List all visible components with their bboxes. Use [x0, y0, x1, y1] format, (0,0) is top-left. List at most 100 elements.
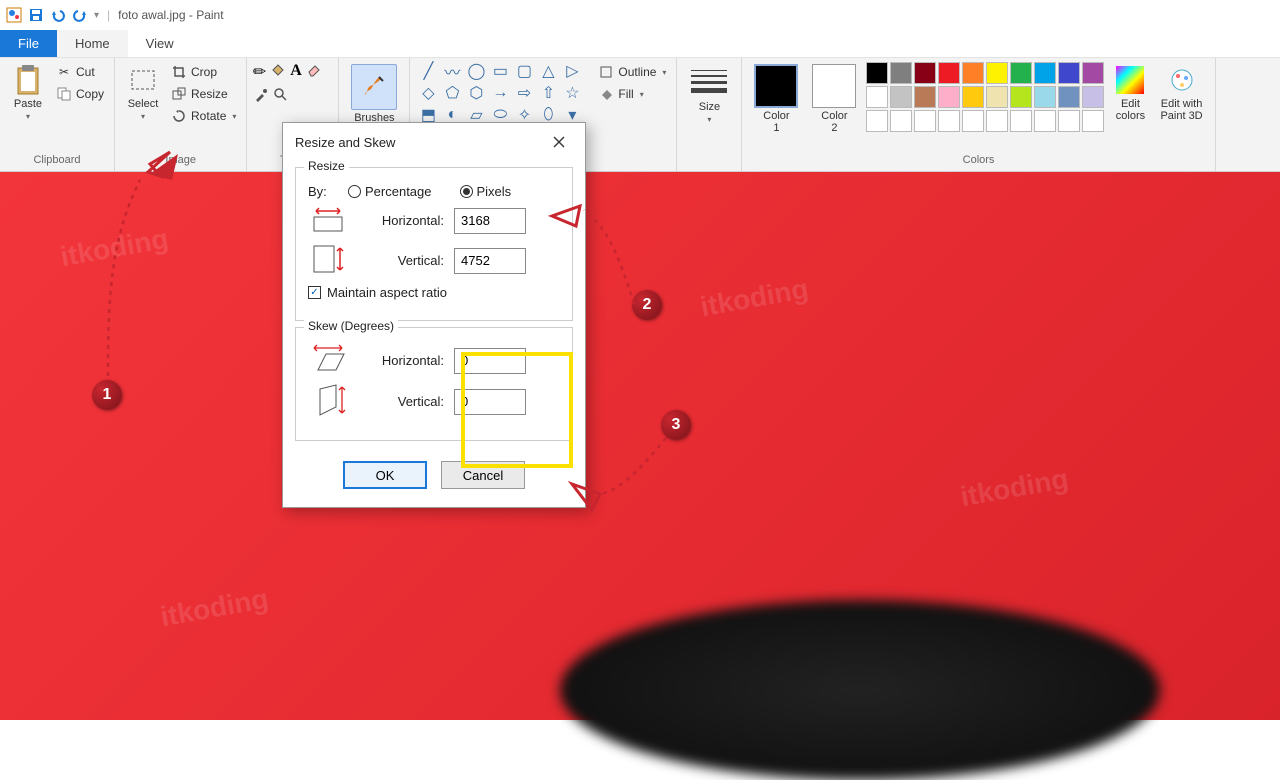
window-title: foto awal.jpg - Paint	[118, 8, 223, 22]
select-button[interactable]: Select ▾	[123, 62, 163, 123]
brushes-button[interactable]: Brushes	[347, 62, 401, 126]
palette-swatch[interactable]	[986, 86, 1008, 108]
resize-horizontal-input[interactable]	[454, 208, 526, 234]
palette-swatch[interactable]	[962, 62, 984, 84]
palette-swatch[interactable]	[890, 110, 912, 132]
palette-swatch[interactable]	[890, 62, 912, 84]
palette-swatch[interactable]	[1034, 110, 1056, 132]
fill-button[interactable]: Fill▾	[596, 84, 668, 104]
color2-button[interactable]: Color 2	[808, 62, 860, 136]
palette-swatch[interactable]	[962, 110, 984, 132]
palette-swatch[interactable]	[1058, 62, 1080, 84]
resize-fieldset: Resize By: Percentage Pixels Horizontal:…	[295, 167, 573, 321]
palette-swatch[interactable]	[866, 110, 888, 132]
eraser-icon[interactable]	[306, 62, 322, 83]
paint3d-button[interactable]: Edit with Paint 3D	[1156, 62, 1206, 124]
palette-swatch[interactable]	[986, 110, 1008, 132]
palette-swatch[interactable]	[1058, 110, 1080, 132]
zoom-icon[interactable]	[273, 87, 289, 108]
cut-button[interactable]: ✂Cut	[54, 62, 106, 82]
copy-icon	[56, 86, 72, 102]
radio-pixels[interactable]: Pixels	[460, 184, 512, 199]
ribbon-tabs: File Home View	[0, 30, 1280, 58]
shapes-gallery[interactable]: ╱〰◯▭▢△▷ ◇⬠⬡→⇨⇧☆ ⬒◐▱⬭✧⬯▾	[418, 62, 584, 126]
edit-colors-button[interactable]: Edit colors	[1110, 62, 1150, 124]
resize-skew-dialog: Resize and Skew Resize By: Percentage Pi…	[282, 122, 586, 508]
rotate-icon	[171, 108, 187, 124]
tab-file[interactable]: File	[0, 30, 57, 57]
palette-swatch[interactable]	[1010, 110, 1032, 132]
outline-icon	[598, 64, 614, 80]
app-icon	[6, 7, 22, 23]
crop-button[interactable]: Crop	[169, 62, 238, 82]
palette-swatch[interactable]	[1082, 110, 1104, 132]
palette-swatch[interactable]	[914, 86, 936, 108]
skew-horizontal-input[interactable]	[454, 348, 526, 374]
palette-swatch[interactable]	[938, 110, 960, 132]
palette-swatch[interactable]	[1034, 86, 1056, 108]
outline-button[interactable]: Outline▾	[596, 62, 668, 82]
clipboard-icon	[12, 64, 44, 96]
picker-icon[interactable]	[253, 87, 269, 108]
scissors-icon: ✂	[56, 64, 72, 80]
skew-horizontal-icon	[308, 344, 348, 377]
size-button[interactable]: Size ▾	[685, 62, 733, 126]
skew-fieldset: Skew (Degrees) Horizontal: Vertical:	[295, 327, 573, 441]
bucket-icon[interactable]	[270, 62, 286, 83]
dialog-close-button[interactable]	[545, 131, 573, 153]
palette-swatch[interactable]	[914, 110, 936, 132]
tab-home[interactable]: Home	[57, 30, 128, 57]
skew-vertical-icon	[308, 383, 348, 420]
redo-icon[interactable]	[72, 7, 88, 23]
palette-swatch[interactable]	[986, 62, 1008, 84]
skew-vertical-input[interactable]	[454, 389, 526, 415]
color1-swatch	[754, 64, 798, 108]
color1-button[interactable]: Color 1	[750, 62, 802, 136]
palette-swatch[interactable]	[938, 86, 960, 108]
resize-horizontal-icon	[308, 205, 348, 236]
brush-icon	[359, 71, 389, 104]
paste-button[interactable]: Paste ▾	[8, 62, 48, 123]
ok-button[interactable]: OK	[343, 461, 427, 489]
palette-swatch[interactable]	[1082, 86, 1104, 108]
fill-icon	[598, 86, 614, 102]
palette-swatch[interactable]	[1058, 86, 1080, 108]
pencil-icon[interactable]: ✏	[253, 62, 266, 82]
palette-swatch[interactable]	[890, 86, 912, 108]
palette-swatch[interactable]	[962, 86, 984, 108]
palette-swatch[interactable]	[1034, 62, 1056, 84]
save-icon[interactable]	[28, 7, 44, 23]
annotation-callout-3: 3	[661, 410, 691, 440]
canvas[interactable]: itkoding itkoding itkoding itkoding itko…	[0, 172, 1280, 720]
resize-icon	[171, 86, 187, 102]
group-image: Select ▾ Crop Resize Rotate▾ Image	[115, 58, 247, 171]
cancel-button[interactable]: Cancel	[441, 461, 525, 489]
close-icon	[553, 136, 565, 148]
text-icon[interactable]: A	[290, 62, 302, 80]
palette-swatch[interactable]	[866, 86, 888, 108]
title-bar: ▾ | foto awal.jpg - Paint	[0, 0, 1280, 30]
group-colors: Color 1 Color 2 Edit colors Edit with Pa…	[742, 58, 1215, 171]
palette-swatch[interactable]	[866, 62, 888, 84]
resize-vertical-input[interactable]	[454, 248, 526, 274]
annotation-callout-1: 1	[92, 380, 122, 410]
palette-swatch[interactable]	[938, 62, 960, 84]
radio-percentage[interactable]: Percentage	[348, 184, 432, 199]
rotate-button[interactable]: Rotate▾	[169, 106, 238, 126]
dialog-title: Resize and Skew	[295, 135, 395, 150]
aspect-checkbox[interactable]: ✓	[308, 286, 321, 299]
rainbow-icon	[1114, 64, 1146, 96]
palette-swatch[interactable]	[914, 62, 936, 84]
annotation-callout-2: 2	[632, 290, 662, 320]
palette-swatch[interactable]	[1010, 62, 1032, 84]
resize-button[interactable]: Resize	[169, 84, 238, 104]
color-palette[interactable]	[866, 62, 1104, 132]
crop-icon	[171, 64, 187, 80]
copy-button[interactable]: Copy	[54, 84, 106, 104]
palette-swatch[interactable]	[1010, 86, 1032, 108]
undo-icon[interactable]	[50, 7, 66, 23]
size-icon	[689, 64, 729, 99]
tab-view[interactable]: View	[128, 30, 192, 57]
palette-swatch[interactable]	[1082, 62, 1104, 84]
group-size: Size ▾	[677, 58, 742, 171]
